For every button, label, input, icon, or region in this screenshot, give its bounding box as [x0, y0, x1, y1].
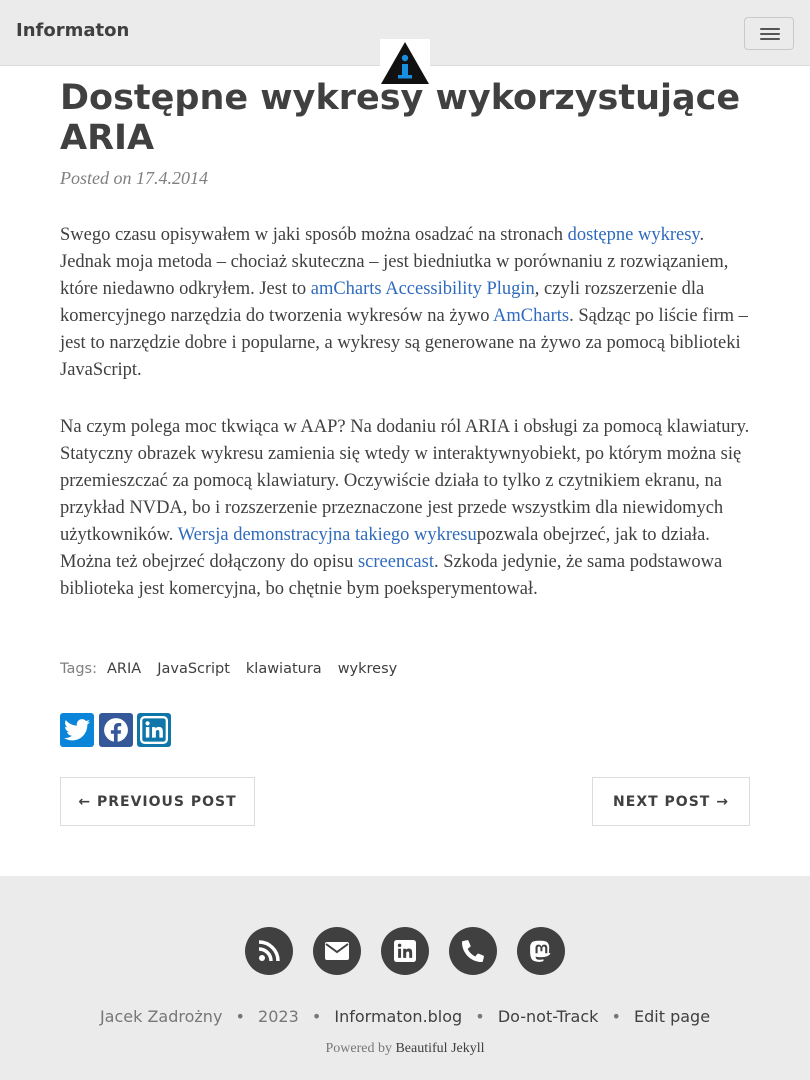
menu-toggle-button[interactable]: [744, 17, 794, 50]
inline-link[interactable]: dostępne wykresy: [568, 225, 700, 245]
tag-aria[interactable]: ARIA: [107, 661, 141, 677]
hamburger-icon: [760, 28, 780, 30]
share-twitter-button[interactable]: [60, 713, 94, 747]
linkedin-button[interactable]: [381, 927, 429, 975]
brand-link[interactable]: Informaton: [16, 20, 129, 41]
footer-separator: •: [235, 1007, 245, 1026]
tag-wykresy[interactable]: wykresy: [338, 661, 398, 677]
post-date: 17.4.2014: [136, 168, 208, 188]
phone-icon: [462, 940, 484, 962]
rss-icon: [258, 940, 280, 962]
previous-post-button[interactable]: ← PREVIOUS POST: [60, 777, 255, 826]
powered-by: Powered by Beautiful Jekyll: [325, 1041, 485, 1056]
post-title: Dostępne wykresy wykorzystujące ARIA: [60, 78, 741, 158]
footer: Jacek Zadrożny • 2023 • Informaton.blog …: [0, 876, 810, 1080]
mastodon-button[interactable]: [517, 927, 565, 975]
share-facebook-button[interactable]: [99, 713, 133, 747]
footer-copyright: Jacek Zadrożny • 2023 • Informaton.blog …: [99, 1007, 711, 1026]
paragraph-text: Swego czasu opisywałem w jaki sposób moż…: [60, 225, 568, 245]
post-paragraph-2: Na czym polega moc tkwiąca w AAP? Na dod…: [60, 414, 752, 603]
tags-label: Tags:: [60, 661, 97, 677]
share-linkedin-button[interactable]: [137, 713, 171, 747]
posted-on-label: Posted on: [60, 168, 136, 188]
envelope-icon: [325, 942, 349, 960]
tags-list: Tags: ARIA JavaScript klawiatura wykresy: [60, 661, 413, 677]
footer-dnt-link[interactable]: Do-not-Track: [498, 1007, 599, 1026]
phone-button[interactable]: [449, 927, 497, 975]
footer-edit-page-link[interactable]: Edit page: [634, 1007, 710, 1026]
linkedin-icon: [140, 716, 168, 744]
inline-link[interactable]: Wersja demonstracyjna takiego wykresu: [178, 525, 477, 545]
tag-javascript[interactable]: JavaScript: [157, 661, 230, 677]
footer-year: 2023: [258, 1007, 299, 1026]
info-triangle-logo-icon: [381, 42, 429, 84]
facebook-icon: [104, 718, 128, 743]
post-meta: Posted on 17.4.2014: [60, 168, 208, 189]
mastodon-icon: [530, 940, 551, 962]
email-button[interactable]: [313, 927, 361, 975]
post-paragraph-1: Swego czasu opisywałem w jaki sposób moż…: [60, 222, 752, 384]
linkedin-icon: [394, 940, 416, 962]
twitter-icon: [64, 719, 90, 741]
footer-site-link[interactable]: Informaton.blog: [334, 1007, 462, 1026]
inline-link[interactable]: AmCharts: [493, 306, 569, 326]
inline-link[interactable]: screencast: [358, 552, 434, 572]
inline-link[interactable]: amCharts Accessibility Plugin: [311, 279, 535, 299]
rss-button[interactable]: [245, 927, 293, 975]
tag-klawiatura[interactable]: klawiatura: [246, 661, 322, 677]
site-logo[interactable]: [380, 39, 430, 85]
next-post-button[interactable]: NEXT POST →: [592, 777, 750, 826]
beautiful-jekyll-link[interactable]: Beautiful Jekyll: [395, 1041, 484, 1056]
footer-author: Jacek Zadrożny: [99, 1007, 223, 1026]
